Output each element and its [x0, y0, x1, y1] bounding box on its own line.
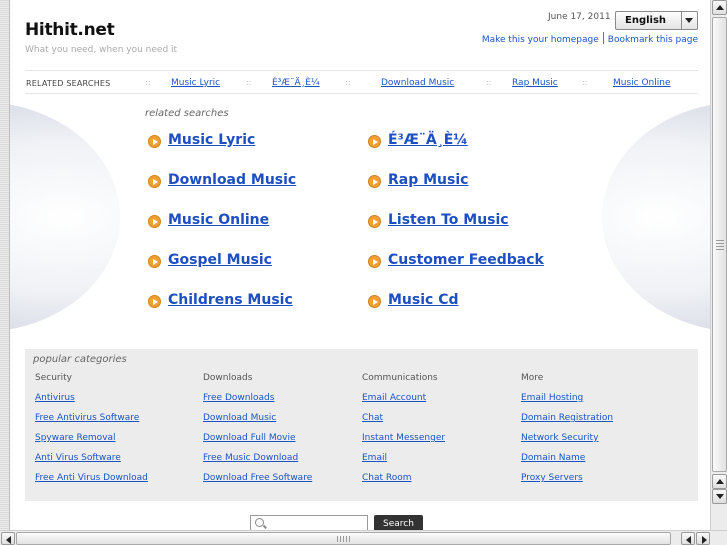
- vertical-scrollbar[interactable]: [710, 0, 727, 530]
- related-searches-heading: related searches: [145, 108, 229, 119]
- category-link[interactable]: Spyware Removal: [35, 433, 148, 453]
- related-bar-link[interactable]: Music Online: [613, 78, 671, 88]
- related-search-link[interactable]: Download Music: [168, 172, 296, 188]
- category-title: More: [521, 373, 544, 383]
- arrow-icon: [368, 175, 381, 188]
- related-bar-link[interactable]: É³Æ¨Ä¸È¼: [272, 78, 320, 88]
- header-links: Make this your homepage Bookmark this pag…: [482, 32, 698, 45]
- category-link[interactable]: Chat: [362, 413, 445, 433]
- category-link[interactable]: Email Hosting: [521, 393, 613, 413]
- separator: ::: [486, 78, 492, 87]
- related-search-link[interactable]: Customer Feedback: [388, 252, 544, 268]
- arrow-icon: [368, 215, 381, 228]
- category-link[interactable]: Anti Virus Software: [35, 453, 148, 473]
- category-column: Communications Email Account Chat Instan…: [362, 373, 445, 493]
- category-link[interactable]: Email Account: [362, 393, 445, 413]
- related-search-link[interactable]: Music Cd: [388, 292, 459, 308]
- scroll-down-button[interactable]: [712, 489, 727, 504]
- search-box: [250, 515, 368, 530]
- category-link[interactable]: Download Free Software: [203, 473, 312, 493]
- related-search-link[interactable]: Listen To Music: [388, 212, 509, 228]
- category-link[interactable]: Network Security: [521, 433, 613, 453]
- site-title[interactable]: Hithit.net: [25, 20, 115, 40]
- arrow-down-icon: [716, 494, 724, 499]
- related-searches-bar: RELATED SEARCHES :: Music Lyric :: É³Æ¨Ä…: [25, 70, 698, 94]
- decorative-sphere-right: [602, 102, 710, 332]
- category-link[interactable]: Proxy Servers: [521, 473, 613, 493]
- arrow-left-icon: [686, 536, 691, 544]
- category-title: Security: [35, 373, 72, 383]
- category-link[interactable]: Download Full Movie: [203, 433, 312, 453]
- language-select-value: English: [625, 15, 667, 26]
- category-link[interactable]: Domain Registration: [521, 413, 613, 433]
- related-search-link[interactable]: Childrens Music: [168, 292, 293, 308]
- arrow-icon: [368, 295, 381, 308]
- related-search-link[interactable]: Music Lyric: [168, 132, 255, 148]
- separator: ::: [145, 78, 151, 87]
- scroll-up-button[interactable]: [712, 474, 727, 489]
- arrow-up-icon: [716, 479, 724, 484]
- decorative-sphere-left: [10, 102, 120, 332]
- arrow-icon: [148, 295, 161, 308]
- grip-icon: [716, 240, 724, 252]
- related-searches-label: RELATED SEARCHES: [26, 79, 111, 88]
- make-homepage-link[interactable]: Make this your homepage: [482, 35, 599, 45]
- arrow-icon: [368, 255, 381, 268]
- related-search-link[interactable]: Music Online: [168, 212, 269, 228]
- horizontal-scrollbar[interactable]: [0, 530, 727, 545]
- related-bar-link[interactable]: Rap Music: [512, 78, 558, 88]
- arrow-up-icon: [716, 5, 724, 10]
- arrow-icon: [148, 215, 161, 228]
- category-column: Security Antivirus Free Antivirus Softwa…: [35, 373, 148, 493]
- arrow-icon: [148, 255, 161, 268]
- category-link[interactable]: Antivirus: [35, 393, 148, 413]
- category-link[interactable]: Download Music: [203, 413, 312, 433]
- popular-categories-panel: popular categories Security Antivirus Fr…: [25, 349, 698, 501]
- separator: ::: [345, 78, 351, 87]
- bookmark-link[interactable]: Bookmark this page: [608, 35, 698, 45]
- separator: ::: [246, 78, 252, 87]
- scroll-left-button[interactable]: [1, 532, 15, 545]
- category-link[interactable]: Free Anti Virus Download: [35, 473, 148, 493]
- popular-categories-heading: popular categories: [33, 354, 127, 365]
- arrow-right-icon: [702, 536, 707, 544]
- separator: ::: [582, 78, 588, 87]
- divider: [602, 32, 604, 44]
- vertical-scroll-thumb[interactable]: [712, 17, 727, 472]
- window-left-edge: [0, 0, 10, 530]
- scroll-left-button[interactable]: [681, 532, 695, 545]
- arrow-icon: [148, 135, 161, 148]
- category-column: Downloads Free Downloads Download Music …: [203, 373, 312, 493]
- scroll-right-button[interactable]: [696, 532, 710, 545]
- category-link[interactable]: Instant Messenger: [362, 433, 445, 453]
- related-search-link[interactable]: Rap Music: [388, 172, 468, 188]
- search-button[interactable]: Search: [374, 515, 423, 530]
- category-link[interactable]: Chat Room: [362, 473, 445, 493]
- category-title: Communications: [362, 373, 438, 383]
- category-title: Downloads: [203, 373, 253, 383]
- arrow-icon: [368, 135, 381, 148]
- scroll-up-button[interactable]: [712, 0, 727, 15]
- related-search-link[interactable]: Gospel Music: [168, 252, 272, 268]
- search-input[interactable]: [251, 521, 367, 530]
- category-link[interactable]: Free Music Download: [203, 453, 312, 473]
- related-bar-link[interactable]: Download Music: [381, 78, 454, 88]
- category-link[interactable]: Domain Name: [521, 453, 613, 473]
- related-search-link[interactable]: É³Æ¨Ä¸È¼: [388, 132, 468, 148]
- grip-icon: [337, 536, 351, 542]
- category-link[interactable]: Email: [362, 453, 445, 473]
- arrow-left-icon: [6, 536, 11, 544]
- search-icon: [255, 518, 264, 527]
- chevron-down-icon[interactable]: [681, 12, 697, 29]
- language-select[interactable]: English: [615, 11, 698, 30]
- category-column: More Email Hosting Domain Registration N…: [521, 373, 613, 493]
- site-tagline: What you need, when you need it: [25, 45, 178, 55]
- horizontal-scroll-thumb[interactable]: [16, 532, 671, 545]
- date-label: June 17, 2011: [548, 12, 611, 22]
- related-bar-link[interactable]: Music Lyric: [171, 78, 220, 88]
- category-link[interactable]: Free Downloads: [203, 393, 312, 413]
- category-link[interactable]: Free Antivirus Software: [35, 413, 148, 433]
- page-content: Hithit.net What you need, when you need …: [10, 0, 710, 530]
- arrow-icon: [148, 175, 161, 188]
